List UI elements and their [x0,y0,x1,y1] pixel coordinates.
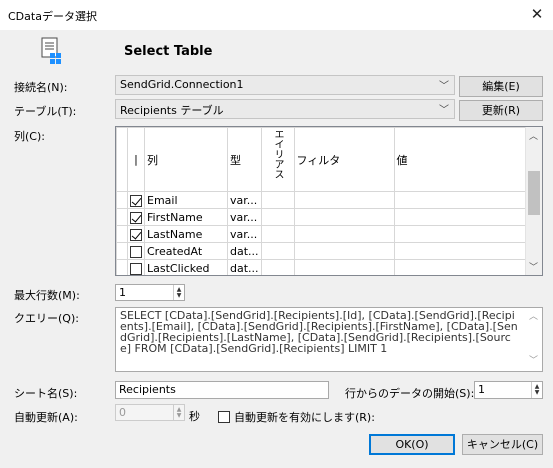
spin-buttons-icon[interactable]: ▲ ▼ [173,285,184,300]
ok-button[interactable]: OK(O) [369,434,455,455]
alias-cell[interactable] [260,242,295,260]
table-row[interactable]: FirstName var... [116,208,530,226]
filter-cell[interactable] [293,259,395,275]
filter-cell[interactable] [293,242,395,260]
row-header-cell [116,127,128,192]
alias-cell[interactable] [260,259,295,275]
checkbox-checked-icon[interactable] [130,194,142,207]
checkbox-unchecked-icon[interactable] [130,262,142,275]
table-select[interactable]: Recipients テーブル ﹀ [115,99,455,119]
type-cell: dat... [227,259,262,275]
close-icon[interactable]: ✕ [528,5,546,23]
column-name-cell: LastClicked [144,259,228,275]
table-row[interactable]: LastClicked dat... [116,259,530,275]
edit-button[interactable]: 編集(E) [459,76,543,97]
refresh-button[interactable]: 更新(R) [459,100,543,121]
type-header[interactable]: 型 [227,127,262,192]
max-rows-stepper[interactable]: 1 ▲ ▼ [115,284,185,301]
column-name-cell: LastName [144,225,228,243]
dialog-heading: Select Table [124,44,213,59]
columns-label: 列(C): [14,130,45,143]
type-cell: dat... [227,242,262,260]
value-header[interactable]: 値 [393,127,530,192]
columns-grid[interactable]: | 列 型 エイリアス フィルタ 値 Email var... FirstNam… [115,126,543,276]
auto-refresh-label: 自動更新(A): [14,411,78,424]
table-label: テーブル(T): [14,105,77,118]
alias-cell[interactable] [260,191,295,209]
sheet-name-input[interactable]: Recipients [115,381,329,399]
auto-refresh-stepper[interactable]: 0 ▲ ▼ [115,404,185,421]
cancel-button[interactable]: キャンセル(C) [462,434,543,455]
row-checkbox[interactable] [127,259,145,275]
filter-cell[interactable] [293,191,395,209]
chevron-down-icon: ﹀ [439,105,449,116]
table-document-icon [40,37,66,65]
query-textarea[interactable]: SELECT [CData].[SendGrid].[Recipients].[… [115,307,543,372]
value-cell[interactable] [393,259,530,275]
checkbox-unchecked-icon[interactable] [130,245,142,258]
grid-header-row: | 列 型 エイリアス フィルタ 値 [116,127,530,192]
select-column-header[interactable]: | [127,127,145,192]
row-header-cell [116,259,128,275]
row-checkbox[interactable] [127,242,145,260]
grid-scrollbar[interactable]: ︿ ﹀ [525,127,542,275]
row-header-cell [116,191,128,209]
alias-cell[interactable] [260,225,295,243]
seconds-unit: 秒 [189,410,200,423]
checkbox-checked-icon[interactable] [130,228,142,241]
window-title: CDataデータ選択 [8,10,97,23]
spin-buttons-icon[interactable]: ▲ ▼ [173,405,184,420]
column-name-cell: FirstName [144,208,228,226]
query-text: SELECT [CData].[SendGrid].[Recipients].[… [120,309,518,355]
table-row[interactable]: LastName var... [116,225,530,243]
value-cell[interactable] [393,191,530,209]
auto-refresh-checkbox[interactable] [218,411,230,423]
connection-value: SendGrid.Connection1 [120,78,244,91]
type-cell: var... [227,191,262,209]
alias-header[interactable]: エイリアス [260,127,295,192]
scrollbar-thumb[interactable] [528,171,540,215]
value-cell[interactable] [393,242,530,260]
checkbox-checked-icon[interactable] [130,211,142,224]
row-checkbox[interactable] [127,208,145,226]
start-row-stepper[interactable]: 1 ▲ ▼ [474,381,543,399]
row-header-cell [116,208,128,226]
sheet-name-label: シート名(S): [14,387,78,400]
chevron-down-icon: ﹀ [439,81,449,92]
column-name-cell: CreatedAt [144,242,228,260]
scroll-down-icon[interactable]: ﹀ [529,356,538,367]
column-name-cell: Email [144,191,228,209]
filter-cell[interactable] [293,208,395,226]
type-cell: var... [227,225,262,243]
start-row-value: 1 [478,383,485,396]
connection-label: 接続名(N): [14,81,68,94]
row-checkbox[interactable] [127,191,145,209]
table-row[interactable]: CreatedAt dat... [116,242,530,260]
spin-buttons-icon[interactable]: ▲ ▼ [531,382,542,398]
column-name-header[interactable]: 列 [144,127,228,192]
table-value: Recipients テーブル [120,104,224,117]
max-rows-value: 1 [119,286,126,299]
scroll-down-icon[interactable]: ﹀ [529,260,538,273]
alias-cell[interactable] [260,208,295,226]
row-checkbox[interactable] [127,225,145,243]
auto-refresh-value: 0 [119,406,126,419]
connection-select[interactable]: SendGrid.Connection1 ﹀ [115,75,455,95]
start-row-label: 行からのデータの開始(S): [345,387,475,400]
max-rows-label: 最大行数(M): [14,289,80,302]
filter-header[interactable]: フィルタ [293,127,395,192]
filter-cell[interactable] [293,225,395,243]
value-cell[interactable] [393,225,530,243]
row-header-cell [116,225,128,243]
query-label: クエリー(Q): [14,312,79,325]
table-row[interactable]: Email var... [116,191,530,209]
scroll-up-icon[interactable]: ︿ [529,129,538,142]
auto-refresh-checkbox-label: 自動更新を有効にします(R): [234,411,375,424]
row-header-cell [116,242,128,260]
scroll-up-icon[interactable]: ︿ [529,312,538,323]
value-cell[interactable] [393,208,530,226]
type-cell: var... [227,208,262,226]
